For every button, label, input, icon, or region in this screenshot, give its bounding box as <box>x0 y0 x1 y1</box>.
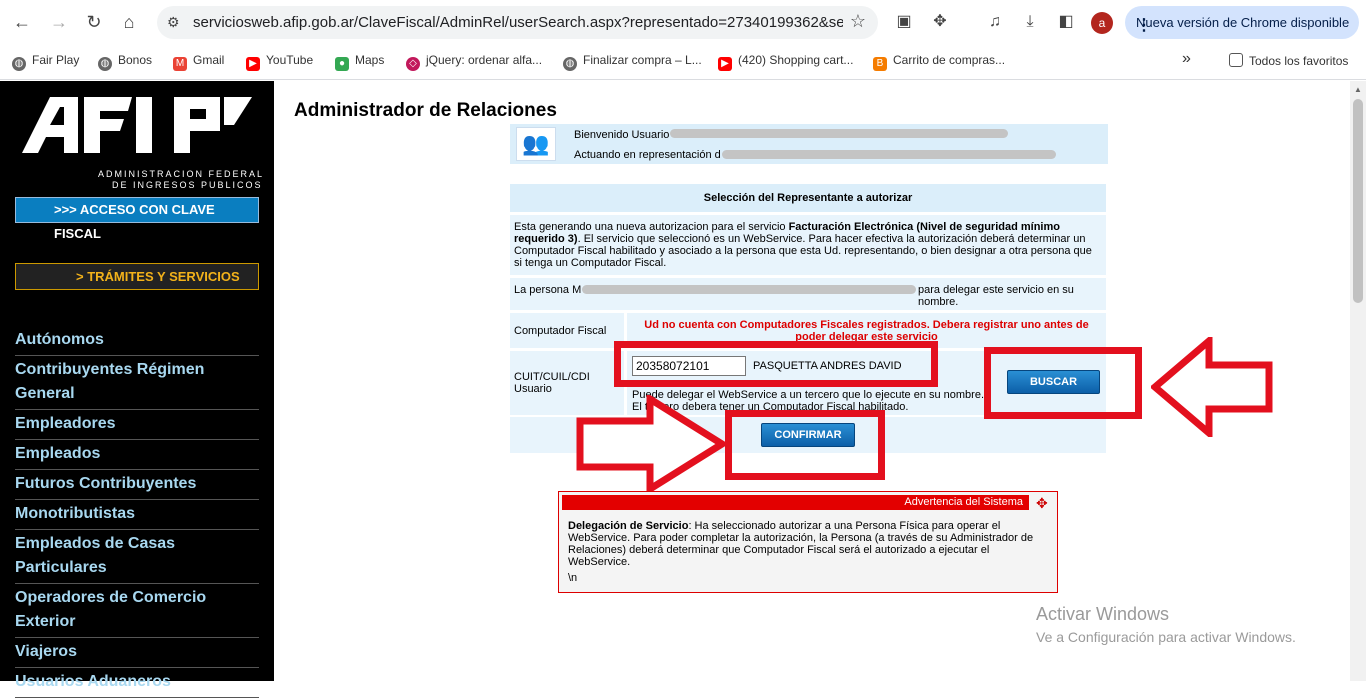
avatar[interactable]: a <box>1091 12 1113 34</box>
annotation-arrow-left <box>1151 337 1273 437</box>
globe-icon: ◍ <box>563 57 577 71</box>
forward-icon[interactable]: → <box>48 11 70 33</box>
page-title: Administrador de Relaciones <box>294 100 557 121</box>
annotation-arrow-right <box>576 395 726 493</box>
sidebar-item-futuros[interactable]: Futuros Contribuyentes <box>15 470 259 500</box>
move-icon[interactable]: ✥ <box>1036 495 1048 512</box>
home-icon[interactable]: ⌂ <box>118 11 140 33</box>
more-bookmarks-icon[interactable]: » <box>1182 50 1191 68</box>
logo-caption: DE INGRESOS PUBLICOS <box>112 180 263 190</box>
welcome-panel: 👥 Bienvenido Usuario Actuando en represe… <box>510 124 1108 164</box>
bookmark-bonos[interactable]: ◍ Bonos <box>98 53 152 71</box>
menu-dots-icon[interactable]: ⋮ <box>1136 15 1349 35</box>
bookmark-star-icon[interactable]: ☆ <box>850 11 866 32</box>
site-info-icon[interactable]: ⚙ <box>167 14 180 31</box>
bookmark-jquery[interactable]: ◇ jQuery: ordenar alfa... <box>406 53 542 71</box>
side-panel-icon[interactable]: ◧ <box>1056 12 1076 32</box>
warning-text: Delegación de Servicio: Ha seleccionado … <box>568 520 1034 568</box>
welcome-representation: Actuando en representación d <box>574 149 721 161</box>
extension-icon[interactable]: ▣ <box>894 12 914 32</box>
acceso-clave-fiscal-button[interactable]: >>> ACCESO CON CLAVE FISCAL <box>15 197 259 241</box>
annotation-box-cuit <box>614 341 938 387</box>
bookmark-youtube[interactable]: ▶ YouTube <box>246 53 313 71</box>
persona-prefix: La persona M <box>514 284 582 296</box>
sidebar: ADMINISTRACION FEDERAL DE INGRESOS PUBLI… <box>0 81 274 698</box>
sidebar-item-contribuyentes[interactable]: Contribuyentes Régimen General <box>15 356 259 410</box>
bookmark-carrito[interactable]: B Carrito de compras... <box>873 53 1005 71</box>
bookmark-finalizar[interactable]: ◍ Finalizar compra – L... <box>563 53 702 71</box>
warning-header: Advertencia del Sistema <box>562 495 1029 510</box>
bookmark-fair-play[interactable]: ◍ Fair Play <box>12 53 79 71</box>
afip-logo[interactable]: ADMINISTRACION FEDERAL DE INGRESOS PUBLI… <box>20 95 263 195</box>
sidebar-item-comercio-exterior[interactable]: Operadores de Comercio Exterior <box>15 584 259 638</box>
sidebar-item-empleadores[interactable]: Empleadores <box>15 410 259 440</box>
chrome-update-button[interactable]: Nueva versión de Chrome disponible ⋮ <box>1125 6 1359 39</box>
annotation-box-buscar <box>984 347 1142 419</box>
persona-line: La persona M para delegar este servicio … <box>510 278 1106 310</box>
puzzle-icon[interactable]: ✥ <box>930 12 950 32</box>
sidebar-item-monotributistas[interactable]: Monotributistas <box>15 500 259 530</box>
bookmark-shopping-cart[interactable]: ▶ (420) Shopping cart... <box>718 53 853 71</box>
scroll-thumb[interactable] <box>1353 99 1363 303</box>
warning-footer: \n <box>568 572 578 584</box>
logo-caption: ADMINISTRACION FEDERAL <box>98 169 265 179</box>
sidebar-item-viajeros[interactable]: Viajeros <box>15 638 259 668</box>
media-icon[interactable]: ♫ <box>985 12 1005 32</box>
url-text[interactable]: serviciosweb.afip.gob.ar/ClaveFiscal/Adm… <box>193 14 843 31</box>
redacted-text <box>670 129 1008 138</box>
sidebar-item-aduaneros[interactable]: Usuarios Aduaneros <box>15 668 259 698</box>
bookmark-maps[interactable]: ● Maps <box>335 53 384 71</box>
redacted-text <box>722 150 1056 159</box>
sidebar-item-casas-particulares[interactable]: Empleados de Casas Particulares <box>15 530 259 584</box>
system-warning: Advertencia del Sistema ✥ Delegación de … <box>558 491 1058 593</box>
bookmark-gmail[interactable]: M Gmail <box>173 53 224 71</box>
bookmarks-bar: ◍ Fair Play ◍ Bonos M Gmail ▶ YouTube ● Maps … <box>0 45 1366 80</box>
youtube-icon: ▶ <box>718 57 732 71</box>
afip-logo-mark <box>22 97 252 153</box>
reload-icon[interactable]: ↻ <box>83 11 105 33</box>
youtube-icon: ▶ <box>246 57 260 71</box>
users-icon: 👥 <box>516 127 556 161</box>
service-description: Esta generando una nueva autorizacion pa… <box>510 215 1106 275</box>
tramites-servicios-button[interactable]: > TRÁMITES Y SERVICIOS <box>15 263 259 290</box>
browser-toolbar: ← → ↻ ⌂ ⚙ serviciosweb.afip.gob.ar/Clave… <box>0 0 1366 45</box>
sidebar-menu: Autónomos Contribuyentes Régimen General… <box>15 326 259 698</box>
scroll-up-icon[interactable]: ▲ <box>1354 85 1362 94</box>
globe-icon: ◍ <box>98 57 112 71</box>
welcome-user: Bienvenido Usuario <box>574 129 670 141</box>
jquery-icon: ◇ <box>406 57 420 71</box>
globe-icon: ◍ <box>12 57 26 71</box>
windows-activation-title: Activar Windows <box>1036 604 1170 624</box>
all-bookmarks-folder[interactable]: Todos los favoritos <box>1229 53 1348 68</box>
computador-label: Computador Fiscal <box>510 313 624 348</box>
annotation-box-confirmar <box>725 410 885 480</box>
download-icon[interactable]: ⤓ <box>1020 12 1040 32</box>
address-bar[interactable]: ⚙ serviciosweb.afip.gob.ar/ClaveFiscal/A… <box>157 6 878 39</box>
form-header: Selección del Representante a autorizar <box>510 184 1106 212</box>
redacted-text <box>582 285 916 294</box>
page-scrollbar[interactable]: ▲ <box>1350 81 1366 681</box>
folder-icon <box>1229 53 1243 67</box>
blogger-icon: B <box>873 57 887 71</box>
computador-error: Ud no cuenta con Computadores Fiscales r… <box>644 319 1089 343</box>
sidebar-item-autonomos[interactable]: Autónomos <box>15 326 259 356</box>
maps-icon: ● <box>335 57 349 71</box>
back-icon[interactable]: ← <box>11 11 33 33</box>
persona-suffix: para delegar este servicio en su nombre. <box>918 284 1074 308</box>
gmail-icon: M <box>173 57 187 71</box>
windows-activation-text: Ve a Configuración para activar Windows. <box>1036 629 1296 645</box>
sidebar-item-empleados[interactable]: Empleados <box>15 440 259 470</box>
